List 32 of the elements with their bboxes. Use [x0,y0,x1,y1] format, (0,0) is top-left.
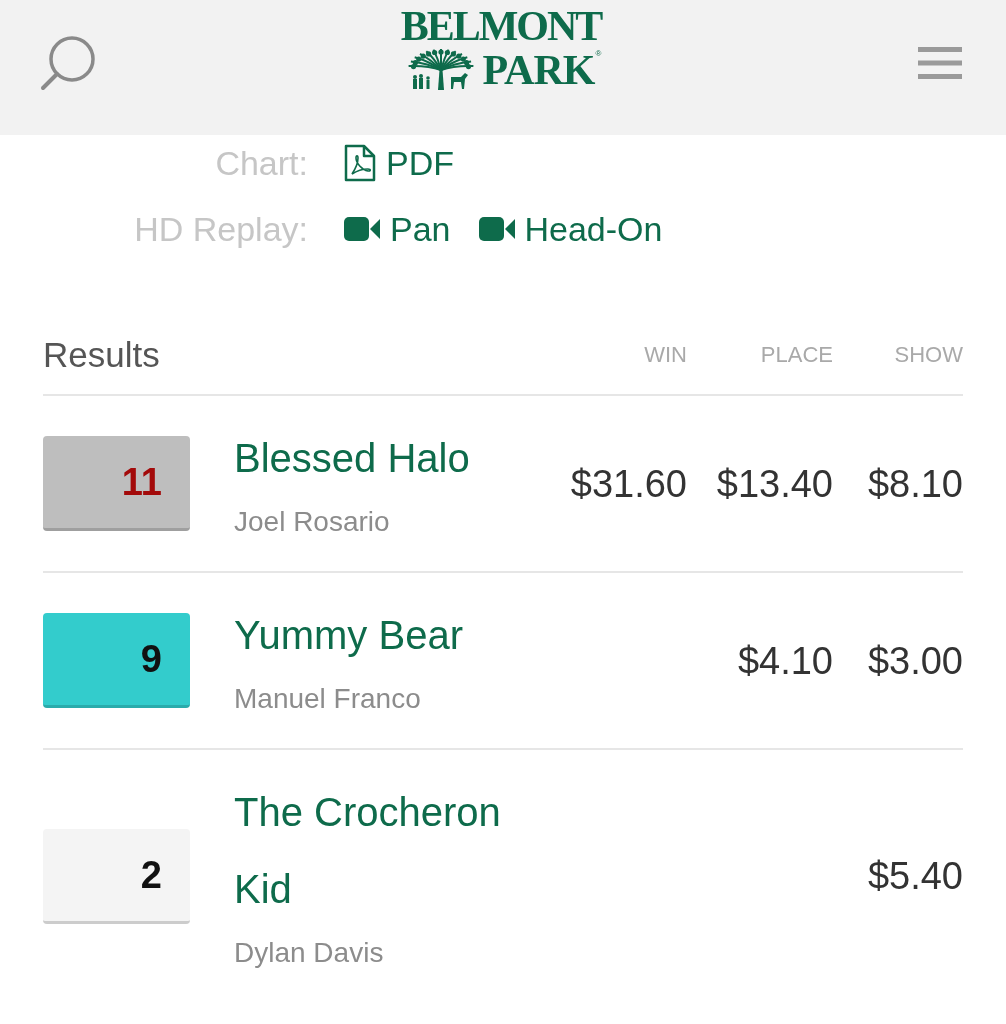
registered-mark: ® [595,49,602,58]
pdf-file-icon [344,144,376,182]
payout-amount: $13.40 [715,461,833,507]
horse-name[interactable]: Blessed Halo [234,420,557,497]
video-link[interactable]: Pan [344,201,451,257]
jockey-name: Dylan Davis [234,936,385,970]
results-heading: Results [43,334,161,376]
logo-wordmark: BELMONT [400,5,602,46]
video-camera-icon [478,217,515,241]
pdf-link[interactable]: PDF [344,135,454,191]
video-link[interactable]: Head-On [478,201,663,257]
payout-amount: $3.00 [866,638,963,684]
payout-amount: $4.10 [736,638,833,684]
program-number: 11 [121,462,162,502]
payout-amount: $8.10 [866,461,963,507]
jockey-name: Manuel Franco [234,682,422,716]
program-number: 2 [140,854,162,895]
search-icon[interactable] [40,34,96,91]
horse-name[interactable]: Yummy Bear [234,597,557,674]
horse-name[interactable]: The Crocheron Kid [234,774,557,928]
menu-icon[interactable] [918,46,962,79]
payout-amount: $31.60 [569,461,687,507]
column-header: PLACE [759,341,833,369]
column-header: SHOW [893,341,963,369]
media-label: Chart: [214,143,308,184]
column-header: WIN [643,341,687,369]
payout-amount: $5.40 [866,854,963,899]
media-label: HD Replay: [133,209,308,250]
logo-wordmark: PARK [482,49,595,90]
program-number: 9 [140,639,162,679]
jockey-name: Joel Rosario [234,505,391,539]
video-camera-icon [344,217,380,241]
